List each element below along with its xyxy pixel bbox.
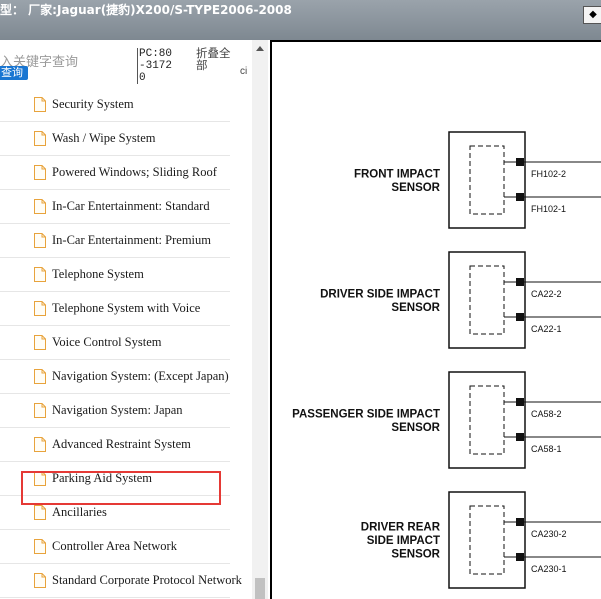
tree-item[interactable]: Telephone System with Voice [0, 292, 252, 326]
tree-item-label: Telephone System [52, 267, 144, 281]
tree-item[interactable]: Controller Area Network [0, 530, 252, 564]
window-title: 型： 厂家:Jaguar(捷豹)X200/S-TYPE2006-2008 [0, 3, 292, 17]
search-toolbar: 入关键字查询 查询 PC:80-31720 折叠全部 ci [0, 40, 252, 84]
sensor-name: PASSENGER SIDE IMPACT [292, 408, 440, 420]
connector-pin [516, 433, 524, 441]
tree-item[interactable]: In-Car Entertainment: Standard [0, 190, 252, 224]
scrollbar[interactable] [252, 40, 268, 599]
tree-item-label: Voice Control System [52, 335, 162, 349]
tree-item[interactable]: Wash / Wipe System [0, 122, 252, 156]
document-icon [34, 573, 46, 588]
tree-item-label: Wash / Wipe System [52, 131, 156, 145]
tree-item[interactable]: Standard Corporate Protocol Network [0, 564, 252, 598]
tree-item[interactable]: In-Car Entertainment: Premium [0, 224, 252, 258]
tree-item[interactable]: Advanced Restraint System [0, 428, 252, 462]
sensor-name: SENSOR [391, 182, 440, 194]
sensor-name: SENSOR [391, 302, 440, 314]
tree-item-label: Standard Corporate Protocol Network [52, 573, 242, 587]
document-icon [34, 539, 46, 554]
connector-label: CA58-1 [531, 444, 562, 454]
document-icon [34, 505, 46, 520]
sensor-name: FRONT IMPACT [354, 168, 440, 180]
sensor-name: DRIVER SIDE IMPACT [320, 288, 440, 300]
window-control-button[interactable]: ◆ [583, 6, 601, 24]
sensor-name: SENSOR [391, 422, 440, 434]
connector-pin [516, 553, 524, 561]
highlight-box [21, 471, 221, 505]
tree-item-label: Powered Windows; Sliding Roof [52, 165, 217, 179]
tree-item[interactable]: Navigation System: (Except Japan) [0, 360, 252, 394]
connector-label: CA22-2 [531, 289, 562, 299]
query-button[interactable]: 查询 [0, 66, 28, 80]
diagram-panel: FH102-2 FH102-1 FRONT IMPACT SENSOR CA22-2 CA… [270, 40, 601, 599]
system-tree: Security System Wash / Wipe System Powered… [0, 88, 252, 599]
tree-item-label: In-Car Entertainment: Premium [52, 233, 211, 247]
connector-label: CA22-1 [531, 324, 562, 334]
tree-divider [0, 597, 230, 598]
document-icon [34, 165, 46, 180]
tree-item-label: Controller Area Network [52, 539, 177, 553]
document-icon [34, 267, 46, 282]
connector-label: CA58-2 [531, 409, 562, 419]
fold-all-button[interactable]: 折叠全部 [196, 47, 236, 71]
connector-pin [516, 193, 524, 201]
truncated-text: ci [240, 66, 248, 77]
sensor-name: SENSOR [391, 549, 440, 561]
tree-item[interactable]: Telephone System [0, 258, 252, 292]
scroll-thumb[interactable] [255, 578, 265, 599]
diamond-icon: ◆ [589, 9, 597, 20]
tree-item-label: Telephone System with Voice [52, 301, 201, 315]
document-icon [34, 437, 46, 452]
tree-item-label: In-Car Entertainment: Standard [52, 199, 210, 213]
connector-pin [516, 313, 524, 321]
tree-item-label: Security System [52, 97, 134, 111]
document-icon [34, 369, 46, 384]
document-icon [34, 131, 46, 146]
sensor-name: DRIVER REAR [361, 522, 441, 534]
document-icon [34, 97, 46, 112]
document-icon [34, 199, 46, 214]
document-icon [34, 403, 46, 418]
tree-item-label: Advanced Restraint System [52, 437, 191, 451]
connector-label: CA230-2 [531, 529, 567, 539]
connector-pin [516, 158, 524, 166]
tree-item[interactable]: Security System [0, 88, 252, 122]
document-icon [34, 233, 46, 248]
connector-pin [516, 398, 524, 406]
tree-item[interactable]: Voice Control System [0, 326, 252, 360]
connector-pin [516, 518, 524, 526]
tree-item[interactable]: Powered Windows; Sliding Roof [0, 156, 252, 190]
wiring-diagram: FH102-2 FH102-1 FRONT IMPACT SENSOR CA22-2 CA… [292, 131, 601, 589]
sensor-name: SIDE IMPACT [367, 535, 440, 547]
left-panel: 入关键字查询 查询 PC:80-31720 折叠全部 ci Security S… [0, 40, 268, 599]
connector-label: FH102-2 [531, 169, 566, 179]
tree-item-label: Ancillaries [52, 505, 107, 519]
tree-item[interactable]: Navigation System: Japan [0, 394, 252, 428]
connector-label: CA230-1 [531, 564, 567, 574]
scroll-up-icon[interactable] [256, 46, 264, 51]
title-bar: 型： 厂家:Jaguar(捷豹)X200/S-TYPE2006-2008 ◆ [0, 0, 601, 40]
document-icon [34, 335, 46, 350]
connector-pin [516, 278, 524, 286]
tree-item-label: Navigation System: (Except Japan) [52, 369, 229, 383]
document-icon [34, 301, 46, 316]
pc-label: PC:80-31720 [137, 48, 177, 84]
connector-label: FH102-1 [531, 204, 566, 214]
tree-item-label: Navigation System: Japan [52, 403, 183, 417]
